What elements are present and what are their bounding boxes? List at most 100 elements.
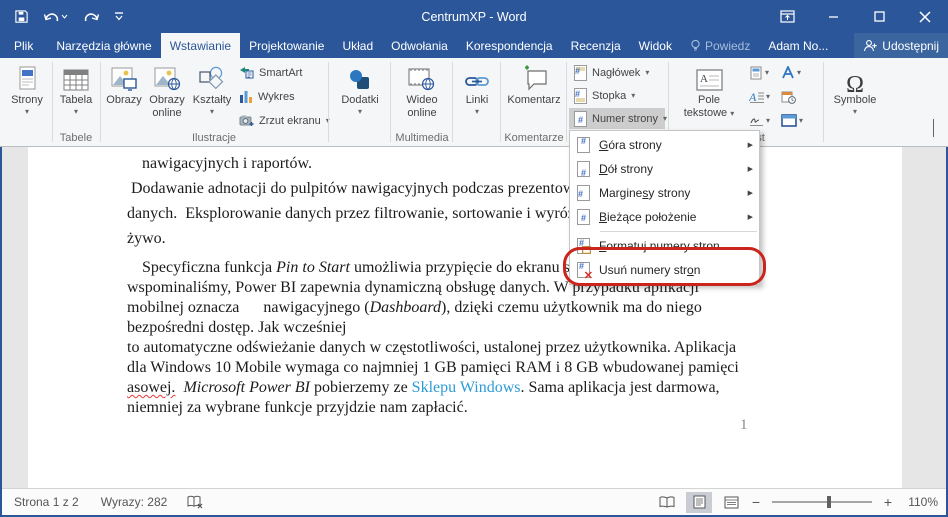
share-button[interactable]: Udostępnij	[854, 33, 948, 58]
zoom-slider[interactable]	[772, 496, 872, 508]
dropdown-arrow-icon: ▾	[357, 107, 362, 116]
tab-widok[interactable]: Widok	[630, 33, 681, 58]
object-button[interactable]: ▾	[776, 110, 803, 131]
tab-recenzja[interactable]: Recenzja	[562, 33, 630, 58]
menu-item-biezace-polozenie[interactable]: Bieżące położenie ▶	[570, 205, 759, 229]
signature-line-button[interactable]: ▾	[744, 110, 770, 131]
dropdown-arrow-icon: ▾	[645, 68, 650, 77]
header-icon	[574, 64, 587, 81]
add-ins-icon	[348, 60, 372, 92]
doc-line: to automatyczne odświeżanie danych w czę…	[127, 339, 737, 356]
footer-icon	[574, 87, 587, 104]
doc-line: niemniej za wybrane funkcje przyjdzie na…	[127, 399, 468, 416]
ribbon-group-komentarze: Komentarz Komentarze	[503, 58, 565, 146]
ribbon-group-dodatki: Dodatki ▾	[331, 58, 389, 146]
page-number-margin-icon	[577, 185, 590, 201]
chart-icon	[240, 91, 252, 103]
tab-odwolania[interactable]: Odwołania	[382, 33, 457, 58]
minimize-button[interactable]	[810, 0, 856, 33]
doc-line: Dodawanie adnotacji do pulpitów nawigacy…	[127, 180, 582, 197]
date-time-button[interactable]	[776, 86, 796, 107]
ksztalty-button[interactable]: Kształty ▾	[190, 60, 234, 116]
dropdown-arrow-icon: ▾	[209, 107, 214, 116]
doc-paragraph-2: Specyficzna funkcja Pin to Start umożliw…	[127, 258, 872, 418]
tab-wstawianie[interactable]: Wstawianie	[160, 33, 241, 58]
customize-qat-icon[interactable]	[114, 12, 124, 21]
quick-parts-button[interactable]: ▾	[744, 62, 769, 83]
group-label-ilustracje: Ilustracje	[191, 132, 237, 144]
dropdown-arrow-icon: ▾	[73, 107, 78, 116]
close-button[interactable]	[902, 0, 948, 33]
wykres-button[interactable]: Wykres	[234, 86, 295, 107]
date-time-icon	[781, 91, 796, 104]
collapse-ribbon-button[interactable]	[933, 119, 934, 138]
picture-icon	[111, 60, 138, 92]
linki-button[interactable]: Linki ▾	[459, 60, 495, 116]
obrazy-online-button[interactable]: Obrazy online	[144, 60, 190, 120]
page-number-top-icon	[577, 136, 590, 153]
smartart-icon	[240, 67, 254, 79]
word-count[interactable]: Wyrazy: 282	[101, 495, 168, 509]
vertical-scrollbar[interactable]	[902, 147, 946, 488]
pole-tekstowe-button[interactable]: A Pole tekstowe ▾	[678, 60, 740, 120]
doc-line: bezpośredni dostęp. Jak wcześniej	[127, 319, 347, 336]
numer-strony-button[interactable]: Numer strony ▾	[569, 108, 667, 129]
menu-item-marginesy-strony[interactable]: Marginesy strony ▶	[570, 181, 759, 205]
tab-korespondencja[interactable]: Korespondencja	[457, 33, 562, 58]
document-page[interactable]: nawigacyjnych i raportów. Dodawanie adno…	[28, 147, 902, 488]
remove-page-numbers-icon: ✕	[577, 261, 593, 282]
strony-button[interactable]: Strony ▾	[6, 60, 48, 116]
tab-narzedzia-glowne[interactable]: Narzędzia główne	[47, 33, 160, 58]
zoom-in-button[interactable]: +	[882, 494, 894, 510]
proofing-status-icon[interactable]	[187, 495, 204, 509]
wordart-icon	[782, 65, 794, 78]
cover-page-icon	[16, 60, 38, 92]
redo-button[interactable]	[82, 10, 100, 24]
undo-button[interactable]	[43, 10, 68, 24]
wideo-online-button[interactable]: Wideo online	[397, 60, 447, 120]
account-name[interactable]: Adam No...	[759, 33, 837, 58]
menu-separator	[600, 231, 757, 232]
page-indicator[interactable]: Strona 1 z 2	[14, 495, 79, 509]
menu-item-dol-strony[interactable]: Dół strony ▶	[570, 157, 759, 181]
stopka-button[interactable]: Stopka ▾	[569, 85, 665, 106]
online-video-icon	[408, 60, 436, 92]
naglowek-button[interactable]: Nagłówek ▾	[569, 62, 665, 83]
shapes-icon	[198, 60, 226, 92]
title-bar: CentrumXP - Word	[0, 0, 948, 33]
read-mode-button[interactable]	[654, 492, 680, 513]
zoom-level[interactable]: 110%	[900, 495, 938, 509]
tab-uklad[interactable]: Układ	[333, 33, 382, 58]
format-page-numbers-icon	[577, 238, 591, 254]
drop-cap-icon: A	[749, 90, 764, 103]
menu-item-formatuj-numery-stron[interactable]: Formatuj numery stron...	[570, 234, 759, 258]
zrzut-ekranu-button[interactable]: Zrzut ekranu ▾	[234, 110, 330, 131]
svg-text:A: A	[749, 90, 757, 103]
symbole-button[interactable]: Ω Symbole ▾	[829, 60, 881, 116]
web-layout-button[interactable]	[718, 492, 744, 513]
tab-projektowanie[interactable]: Projektowanie	[240, 33, 333, 58]
smartart-button[interactable]: SmartArt	[234, 62, 302, 83]
dropdown-arrow-icon: ▾	[730, 109, 735, 118]
tell-me-box[interactable]: Powiedz	[681, 33, 759, 58]
komentarz-button[interactable]: Komentarz	[505, 60, 563, 107]
tabela-button[interactable]: Tabela ▾	[56, 60, 96, 116]
print-layout-button[interactable]	[686, 491, 712, 513]
maximize-button[interactable]	[856, 0, 902, 33]
save-icon[interactable]	[14, 9, 29, 24]
menu-item-gora-strony[interactable]: Góra strony ▶	[570, 133, 759, 157]
menu-item-usun-numery-stron[interactable]: ✕ Usuń numery stron	[570, 258, 759, 282]
doc-line: żywo.	[127, 230, 166, 247]
zoom-slider-thumb[interactable]	[827, 496, 831, 508]
dodatki-button[interactable]: Dodatki ▾	[338, 60, 382, 116]
zoom-out-button[interactable]: −	[750, 494, 762, 510]
drop-cap-button[interactable]: A ▾	[744, 86, 770, 107]
ribbon-display-options-icon[interactable]	[764, 0, 810, 33]
tab-plik[interactable]: Plik	[0, 33, 47, 58]
wordart-button[interactable]: ▾	[776, 62, 801, 83]
share-person-icon	[864, 40, 877, 52]
dropdown-arrow-icon: ▾	[631, 91, 636, 100]
doc-paragraph-1: nawigacyjnych i raportów. Dodawanie adno…	[127, 151, 872, 251]
page-number-icon	[574, 110, 587, 127]
obrazy-button[interactable]: Obrazy	[104, 60, 144, 107]
